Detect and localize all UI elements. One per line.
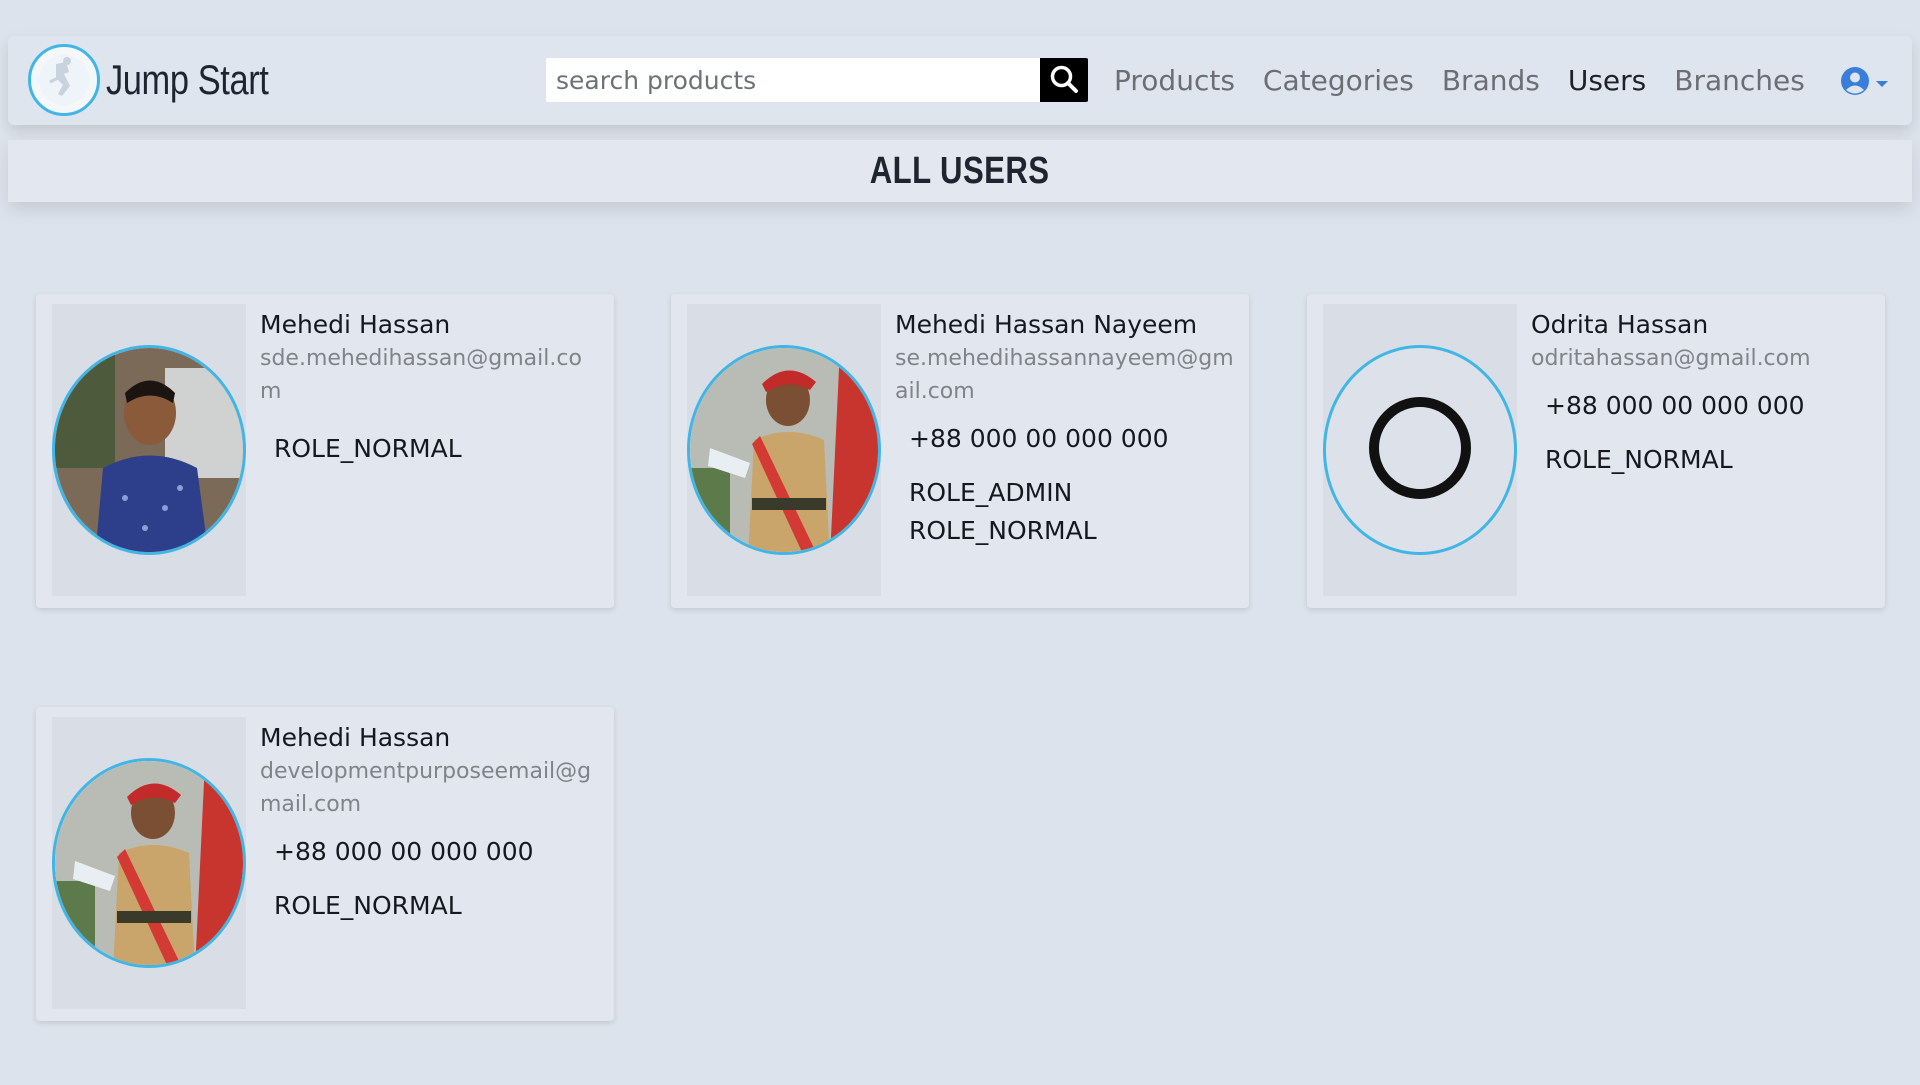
nav-link-categories[interactable]: Categories bbox=[1263, 64, 1414, 97]
chevron-down-icon bbox=[1875, 74, 1889, 93]
user-phone: +88 000 00 000 000 bbox=[909, 424, 1169, 453]
search-button[interactable] bbox=[1040, 58, 1088, 102]
nav-link-brands[interactable]: Brands bbox=[1442, 64, 1540, 97]
user-info: Mehedi Hassan Nayeem se.mehedihassannaye… bbox=[895, 308, 1237, 550]
role-badge: ROLE_NORMAL bbox=[274, 434, 462, 463]
user-name: Odrita Hassan bbox=[1531, 310, 1709, 339]
search-input[interactable] bbox=[546, 58, 1040, 102]
user-card: Odrita Hassan odritahassan@gmail.com +88… bbox=[1307, 294, 1885, 608]
navbar: Jump Start Products Categories Brands Us… bbox=[8, 36, 1912, 125]
user-email: developmentpurposeemail@gmail.com bbox=[260, 759, 592, 817]
role-list: ROLE_NORMAL bbox=[1545, 441, 1873, 479]
user-card: Mehedi Hassan sde.mehedihassan@gmail.com… bbox=[36, 294, 614, 608]
user-name: Mehedi Hassan Nayeem bbox=[895, 310, 1198, 339]
user-email: se.mehedihassannayeem@gmail.com bbox=[895, 346, 1234, 404]
nav-links: Products Categories Brands Users Branche… bbox=[1114, 58, 1833, 102]
user-avatar bbox=[52, 758, 246, 968]
account-dropdown[interactable] bbox=[1840, 66, 1889, 100]
user-avatar bbox=[52, 345, 246, 555]
nav-link-users[interactable]: Users bbox=[1568, 64, 1646, 97]
role-badge: ROLE_ADMIN bbox=[909, 478, 1073, 507]
user-name: Mehedi Hassan bbox=[260, 310, 451, 339]
user-avatar bbox=[1323, 345, 1517, 555]
role-badge: ROLE_NORMAL bbox=[274, 891, 462, 920]
role-badge: ROLE_NORMAL bbox=[1545, 445, 1733, 474]
avatar-panel bbox=[52, 304, 246, 596]
brand-logo-icon bbox=[28, 44, 100, 116]
avatar-panel bbox=[52, 717, 246, 1009]
user-name: Mehedi Hassan bbox=[260, 723, 451, 752]
user-phone: +88 000 00 000 000 bbox=[1545, 391, 1805, 420]
search-bar bbox=[546, 58, 1088, 102]
user-circle-icon bbox=[1840, 66, 1870, 100]
brand[interactable]: Jump Start bbox=[28, 44, 304, 116]
user-info: Odrita Hassan odritahassan@gmail.com +88… bbox=[1531, 308, 1873, 479]
page-header: ALL USERS bbox=[8, 140, 1912, 202]
user-email: sde.mehedihassan@gmail.com bbox=[260, 346, 582, 404]
nav-link-branches[interactable]: Branches bbox=[1674, 64, 1805, 97]
user-card: Mehedi Hassan developmentpurposeemail@gm… bbox=[36, 707, 614, 1021]
user-phone: +88 000 00 000 000 bbox=[274, 837, 534, 866]
brand-name: Jump Start bbox=[106, 56, 269, 103]
user-email: odritahassan@gmail.com bbox=[1531, 346, 1811, 371]
page-title: ALL USERS bbox=[870, 149, 1050, 192]
user-info: Mehedi Hassan sde.mehedihassan@gmail.com… bbox=[260, 308, 602, 468]
avatar-panel bbox=[687, 304, 881, 596]
role-list: ROLE_NORMAL bbox=[274, 430, 602, 468]
avatar-panel bbox=[1323, 304, 1517, 596]
search-icon bbox=[1049, 64, 1079, 97]
placeholder-circle-icon bbox=[1365, 393, 1475, 507]
nav-link-products[interactable]: Products bbox=[1114, 64, 1235, 97]
role-badge: ROLE_NORMAL bbox=[909, 516, 1097, 545]
role-list: ROLE_NORMAL bbox=[274, 887, 602, 925]
user-info: Mehedi Hassan developmentpurposeemail@gm… bbox=[260, 721, 602, 925]
user-card: Mehedi Hassan Nayeem se.mehedihassannaye… bbox=[671, 294, 1249, 608]
role-list: ROLE_ADMIN ROLE_NORMAL bbox=[909, 474, 1237, 550]
user-avatar bbox=[687, 345, 881, 555]
